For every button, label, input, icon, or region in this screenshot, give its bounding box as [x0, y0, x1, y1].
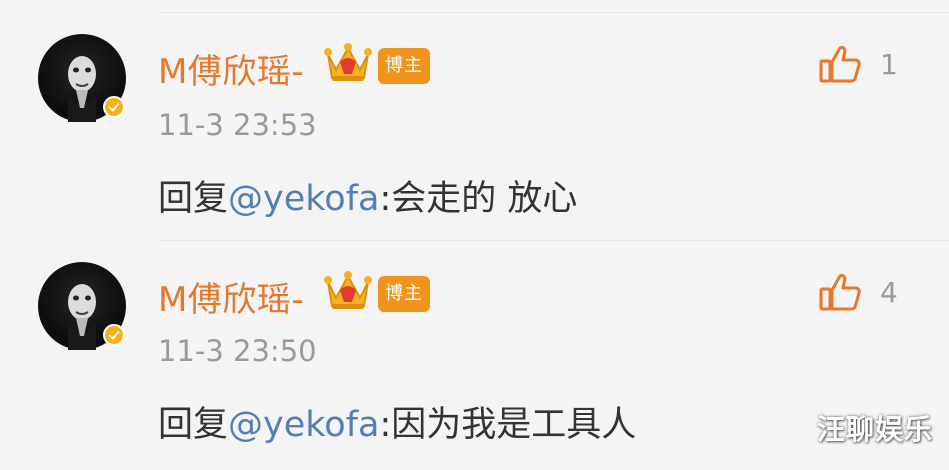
- reply-prefix: 回复: [158, 179, 229, 219]
- like-count: 1: [880, 48, 898, 81]
- verified-badge-icon: [103, 324, 125, 346]
- avatar[interactable]: [38, 262, 126, 350]
- username[interactable]: M傅欣瑶-: [158, 272, 304, 321]
- crown-icon: [324, 268, 372, 312]
- comment-item: M傅欣瑶- 博主 11-3 23:50 回复@yekofa:因为我是工具人 4: [0, 228, 949, 453]
- blogger-badge: 博主: [378, 48, 430, 84]
- reply-prefix: 回复: [158, 405, 229, 445]
- comment-item: M傅欣瑶- 博主 11-3 23:53 回复@yekofa:会走的 放心 1: [0, 0, 949, 225]
- avatar[interactable]: [38, 34, 126, 122]
- comment-text: 回复@yekofa:会走的 放心: [158, 170, 577, 221]
- mention-link[interactable]: @yekofa: [228, 179, 379, 219]
- watermark: 汪聊娱乐: [816, 413, 933, 446]
- comment-timestamp: 11-3 23:50: [158, 334, 317, 368]
- username[interactable]: M傅欣瑶-: [158, 44, 304, 93]
- comment-text: 回复@yekofa:因为我是工具人: [158, 396, 636, 447]
- verified-badge-icon: [103, 96, 125, 118]
- blogger-badge: 博主: [378, 276, 430, 312]
- crown-icon: [324, 40, 372, 84]
- mention-link[interactable]: @yekofa: [228, 405, 379, 445]
- reply-body: :会走的 放心: [379, 179, 578, 219]
- comment-timestamp: 11-3 23:53: [158, 108, 317, 142]
- like-count: 4: [880, 276, 898, 309]
- thumbs-up-icon[interactable]: [818, 272, 862, 312]
- thumbs-up-icon[interactable]: [818, 44, 862, 84]
- reply-body: :因为我是工具人: [379, 405, 637, 445]
